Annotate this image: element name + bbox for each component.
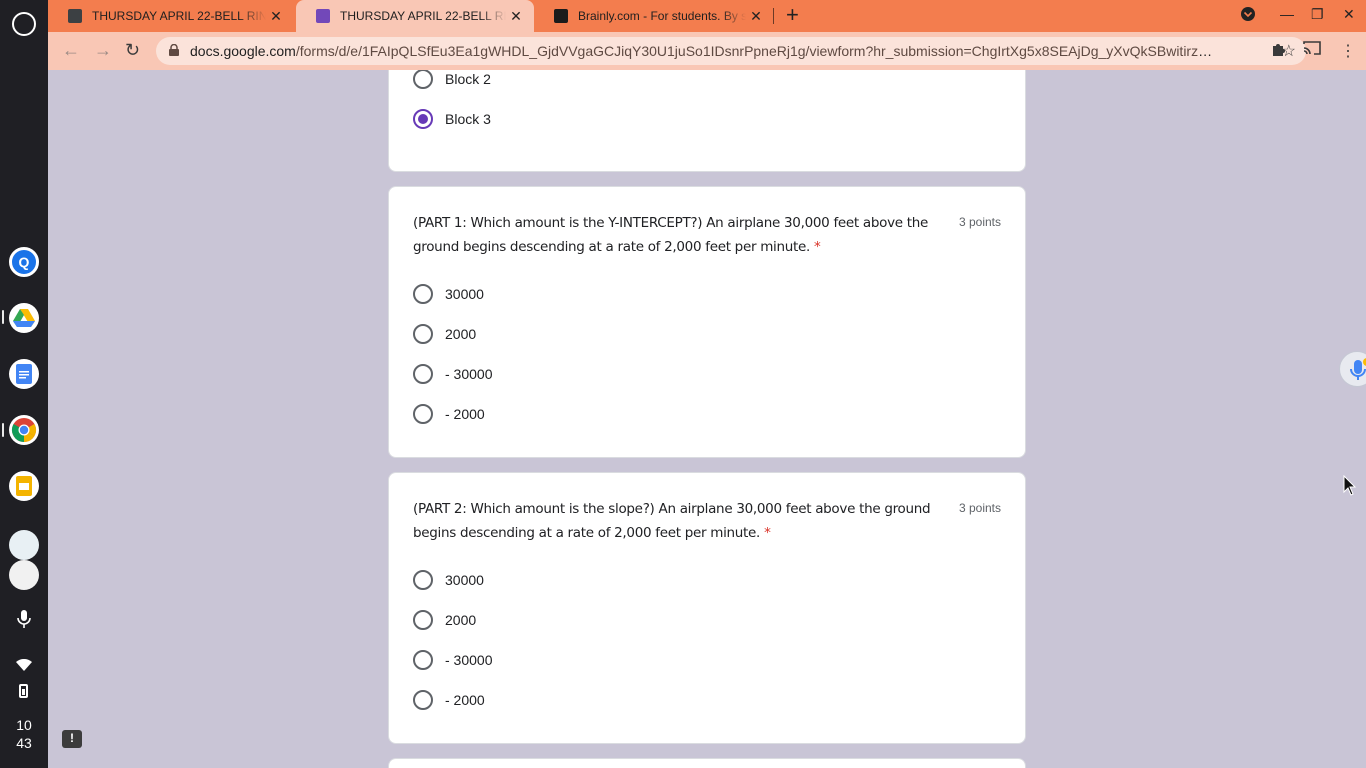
- question-text: (PART 1: Which amount is the Y-INTERCEPT…: [413, 215, 929, 255]
- tab-search-icon[interactable]: [1240, 6, 1256, 25]
- option-block-2[interactable]: Block 2: [413, 70, 491, 91]
- points-label: 3 points: [958, 215, 1001, 229]
- browser-toolbar: ← → ↻ docs.google.com/forms/d/e/1FAIpQLS…: [48, 32, 1366, 70]
- extensions-puzzle-icon[interactable]: [1271, 41, 1287, 62]
- tab-bell-ringer-1[interactable]: THURSDAY APRIL 22-BELL RINGER ✕: [48, 0, 294, 32]
- mouse-cursor-icon: [1343, 475, 1357, 496]
- tab-title: Brainly.com - For students. By students.: [578, 9, 746, 23]
- radio-button[interactable]: [413, 610, 433, 630]
- close-window-button[interactable]: ✕: [1343, 6, 1355, 23]
- google-drive-icon[interactable]: [9, 303, 39, 333]
- radio-button[interactable]: [413, 364, 433, 384]
- option-neg-30000[interactable]: - 30000: [413, 648, 492, 672]
- radio-button[interactable]: [413, 70, 433, 89]
- voice-input-bubble[interactable]: [1339, 351, 1366, 387]
- required-asterisk: *: [764, 525, 771, 541]
- required-asterisk: *: [814, 239, 821, 255]
- option-block-3[interactable]: Block 3: [413, 107, 491, 131]
- option-neg-2000[interactable]: - 2000: [413, 402, 485, 426]
- option-30000[interactable]: 30000: [413, 282, 484, 306]
- url-text[interactable]: docs.google.com/forms/d/e/1FAIpQLSfEu3Ea…: [190, 43, 1220, 59]
- question-card-part-2: (PART 2: Which amount is the slope?) An …: [388, 472, 1026, 744]
- cast-icon[interactable]: [1303, 41, 1321, 60]
- option-2000[interactable]: 2000: [413, 322, 476, 346]
- option-neg-30000[interactable]: - 30000: [413, 362, 492, 386]
- next-question-card: [388, 758, 1026, 768]
- maximize-button[interactable]: ❐: [1311, 6, 1324, 23]
- forms-tab-favicon-icon: [316, 9, 330, 23]
- tab-title: THURSDAY APRIL 22-BELL RINGER: [340, 9, 506, 23]
- radio-button[interactable]: [413, 690, 433, 710]
- dictation-mic-icon: [1350, 358, 1366, 380]
- option-label: Block 2: [445, 71, 491, 87]
- forward-arrow-icon[interactable]: →: [94, 40, 112, 61]
- option-label: 30000: [445, 572, 484, 588]
- new-tab-button[interactable]: +: [786, 4, 799, 26]
- brainly-tab-favicon-icon: [554, 9, 568, 23]
- option-label: 2000: [445, 326, 477, 342]
- more-menu-icon[interactable]: ⋮: [1340, 41, 1356, 61]
- quizizz-app-icon[interactable]: Q: [9, 247, 39, 277]
- radio-button[interactable]: [413, 570, 433, 590]
- url-path: /forms/d/e/1FAIpQLSfEu3Ea1gWHDL_GjdVVgaG…: [295, 43, 1220, 59]
- block-question-card: Block 2 Block 3: [388, 70, 1026, 172]
- forms-page: Block 2 Block 3 (PART 1: Which amount is…: [48, 70, 1366, 768]
- option-label: - 2000: [445, 406, 485, 422]
- launcher-button[interactable]: [12, 12, 36, 36]
- question-title: (PART 2: Which amount is the slope?) An …: [413, 497, 933, 545]
- battery-icon[interactable]: [19, 684, 28, 698]
- close-tab-icon[interactable]: ✕: [746, 8, 766, 25]
- system-clock[interactable]: 10 43: [0, 716, 48, 752]
- tab-separator: [773, 8, 774, 24]
- wifi-icon[interactable]: [16, 658, 32, 676]
- radio-button[interactable]: [413, 324, 433, 344]
- chromeos-shelf: Q 10 43: [0, 0, 48, 768]
- option-label: Block 3: [445, 111, 491, 127]
- option-label: - 2000: [445, 692, 485, 708]
- chrome-browser-icon[interactable]: [9, 415, 39, 445]
- open-window-thumbnail-icon[interactable]: [9, 560, 39, 590]
- radio-button-selected[interactable]: [413, 109, 433, 129]
- url-host: docs.google.com: [190, 43, 296, 59]
- back-arrow-icon[interactable]: ←: [62, 40, 80, 61]
- question-card-part-1: (PART 1: Which amount is the Y-INTERCEPT…: [388, 186, 1026, 458]
- google-slides-icon[interactable]: [9, 471, 39, 501]
- reload-icon[interactable]: ↻: [125, 40, 140, 61]
- option-label: - 30000: [445, 366, 493, 382]
- radio-button[interactable]: [413, 284, 433, 304]
- option-label: - 30000: [445, 652, 493, 668]
- clock-minute: 43: [16, 735, 32, 751]
- site-info-icon[interactable]: [168, 44, 180, 56]
- classroom-tab-favicon-icon: [68, 9, 82, 23]
- tab-bell-ringer-2-active[interactable]: THURSDAY APRIL 22-BELL RINGER ✕: [296, 0, 534, 32]
- option-neg-2000[interactable]: - 2000: [413, 688, 485, 712]
- option-30000[interactable]: 30000: [413, 568, 484, 592]
- radio-button[interactable]: [413, 650, 433, 670]
- address-bar[interactable]: docs.google.com/forms/d/e/1FAIpQLSfEu3Ea…: [156, 37, 1306, 65]
- minimize-button[interactable]: —: [1280, 6, 1294, 22]
- option-label: 2000: [445, 612, 477, 628]
- question-title: (PART 1: Which amount is the Y-INTERCEPT…: [413, 211, 933, 259]
- radio-button[interactable]: [413, 404, 433, 424]
- points-label: 3 points: [958, 501, 1001, 515]
- google-docs-icon[interactable]: [9, 359, 39, 389]
- option-2000[interactable]: 2000: [413, 608, 476, 632]
- close-tab-icon[interactable]: ✕: [506, 8, 526, 25]
- clock-hour: 10: [16, 717, 32, 733]
- close-tab-icon[interactable]: ✕: [266, 8, 286, 25]
- tab-brainly[interactable]: Brainly.com - For students. By students.…: [534, 0, 774, 32]
- tab-title: THURSDAY APRIL 22-BELL RINGER: [92, 9, 266, 23]
- question-text: (PART 2: Which amount is the slope?) An …: [413, 501, 931, 541]
- open-window-thumbnail-icon[interactable]: [9, 530, 39, 560]
- active-indicator: [2, 310, 4, 324]
- option-label: 30000: [445, 286, 484, 302]
- microphone-icon[interactable]: [17, 610, 31, 633]
- feedback-icon[interactable]: !: [62, 730, 82, 748]
- active-indicator: [2, 423, 4, 437]
